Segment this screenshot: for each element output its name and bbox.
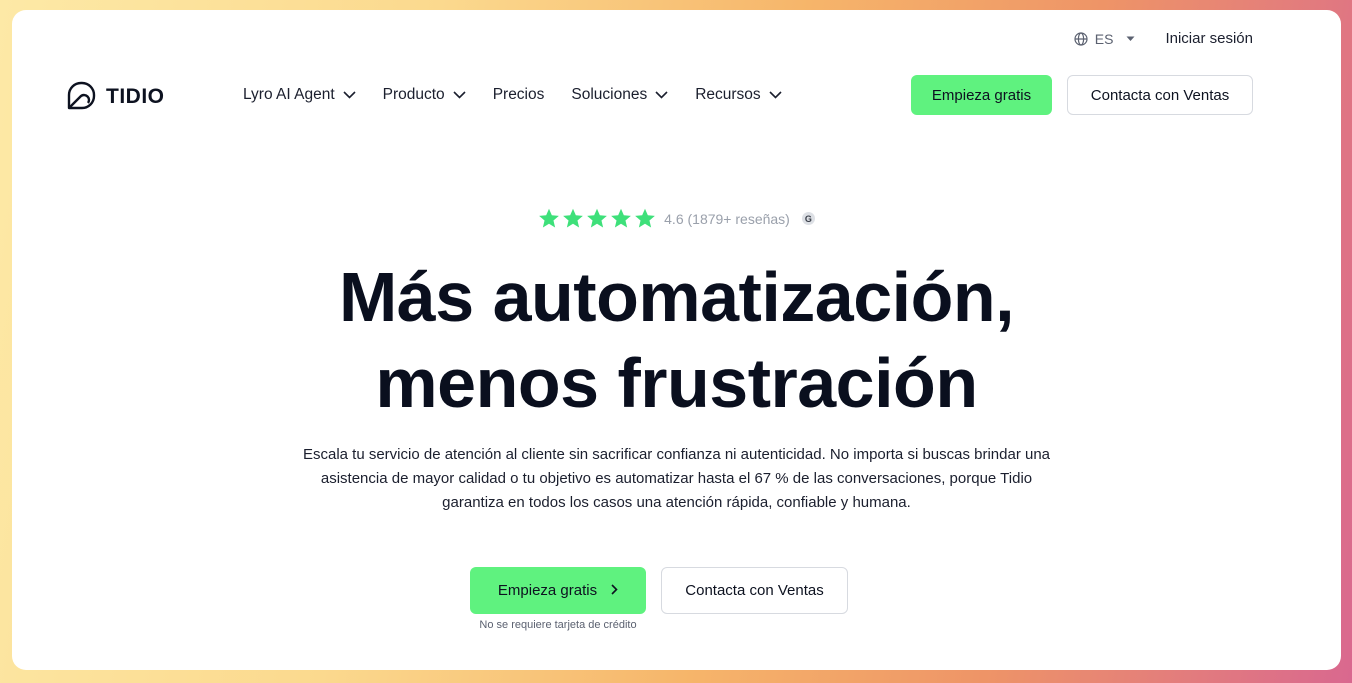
g2-badge-icon: G: [801, 212, 815, 225]
button-label: Empieza gratis: [497, 582, 598, 599]
nav-start-free-button[interactable]: Empieza gratis: [911, 75, 1052, 115]
hero-contact-sales-button[interactable]: Contacta con Ventas: [661, 567, 848, 614]
hero-headline: Más automatización, menos frustración: [12, 254, 1341, 426]
login-link[interactable]: Iniciar sesión: [1165, 30, 1253, 47]
chevron-right-icon: [611, 582, 618, 599]
hero-description: Escala tu servicio de atención al client…: [302, 446, 1051, 511]
rating-stars: [538, 208, 656, 229]
main-nav: Lyro AI Agent Producto Precios Solucione…: [243, 85, 809, 105]
nav-label: Producto: [382, 86, 445, 103]
no-credit-card-note: No se requiere tarjeta de crédito: [479, 619, 637, 631]
page-card: ES Iniciar sesión TIDIO Lyro AI Agent Pr…: [12, 10, 1341, 670]
globe-icon: [1074, 31, 1088, 46]
chevron-down-icon: [769, 86, 782, 104]
chevron-down-icon: [453, 86, 466, 104]
star-icon: [539, 208, 560, 228]
nav-item-lyro[interactable]: Lyro AI Agent: [243, 85, 356, 105]
nav-item-producto[interactable]: Producto: [383, 85, 466, 105]
brand-name: TIDIO: [106, 84, 165, 108]
chevron-down-icon: [655, 86, 668, 104]
star-icon: [563, 208, 584, 228]
nav-label: Precios: [492, 86, 545, 103]
chevron-down-icon: [343, 86, 356, 104]
caret-down-icon: [1126, 36, 1135, 42]
nav-item-recursos[interactable]: Recursos: [695, 85, 782, 105]
rating-text: 4.6 (1879+ reseñas): [664, 210, 790, 227]
star-icon: [611, 208, 632, 228]
nav-label: Recursos: [695, 86, 761, 103]
star-icon: [635, 208, 656, 228]
utility-bar: ES Iniciar sesión: [1074, 30, 1253, 47]
nav-label: Lyro AI Agent: [243, 86, 335, 103]
nav-item-precios[interactable]: Precios: [493, 85, 545, 105]
language-code: ES: [1094, 30, 1114, 47]
star-icon: [587, 208, 608, 228]
language-selector[interactable]: ES: [1074, 31, 1136, 47]
nav-contact-sales-button[interactable]: Contacta con Ventas: [1067, 75, 1253, 115]
headline-line-1: Más automatización,: [338, 258, 1015, 336]
brand-logo[interactable]: TIDIO: [66, 77, 165, 116]
tidio-logo-icon: [66, 77, 100, 116]
rating-row: 4.6 (1879+ reseñas) G: [12, 208, 1341, 229]
nav-label: Soluciones: [571, 86, 648, 103]
headline-line-2: menos frustración: [375, 344, 978, 422]
hero-start-free-button[interactable]: Empieza gratis: [470, 567, 646, 614]
nav-item-soluciones[interactable]: Soluciones: [571, 85, 668, 105]
